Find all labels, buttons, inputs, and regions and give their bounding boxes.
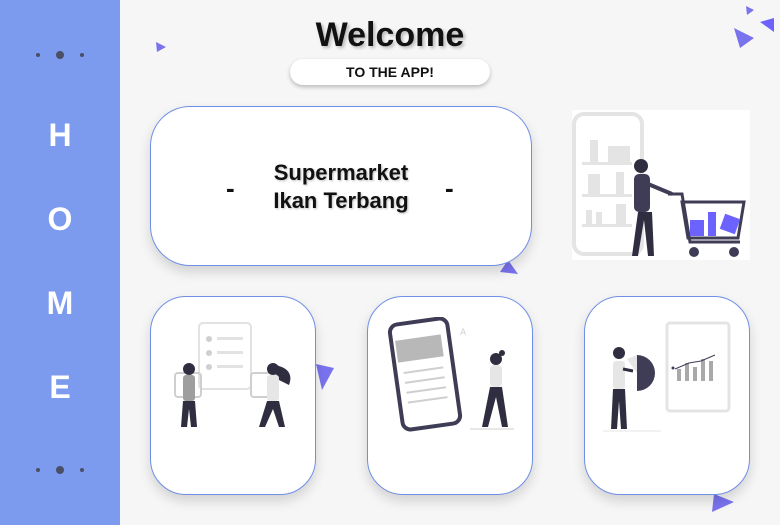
- triangle-decoration: [734, 6, 774, 48]
- sidebar: H O M E: [0, 0, 120, 525]
- triangle-decoration: [156, 42, 166, 52]
- shopping-cart-icon: [572, 110, 750, 260]
- svg-text:A: A: [460, 328, 467, 338]
- feature-card-checklist[interactable]: [150, 296, 316, 495]
- presentation-chart-icon: [601, 319, 735, 433]
- dash-left: -: [226, 173, 235, 203]
- dash-right: -: [445, 173, 454, 203]
- sidebar-letter-e: E: [49, 369, 71, 405]
- store-name-line1: Supermarket: [273, 160, 409, 185]
- sidebar-dots-bottom: [0, 465, 120, 475]
- sidebar-letter-o: O: [47, 201, 73, 237]
- store-name-line2: Ikan Terbang: [273, 188, 409, 213]
- checklist-people-icon: [171, 319, 297, 433]
- page-subtitle: TO THE APP!: [290, 59, 490, 85]
- mobile-app-icon: A: [386, 316, 516, 433]
- feature-card-presentation[interactable]: [584, 296, 750, 495]
- feature-card-mobile[interactable]: A: [367, 296, 533, 495]
- page-title: Welcome: [315, 16, 465, 54]
- sidebar-letter-h: H: [48, 117, 72, 153]
- main-store-card[interactable]: - Supermarket Ikan Terbang -: [150, 106, 532, 266]
- store-name: Supermarket Ikan Terbang: [246, 159, 436, 215]
- sidebar-letter-m: M: [46, 285, 74, 321]
- sidebar-dots-top: [0, 50, 120, 60]
